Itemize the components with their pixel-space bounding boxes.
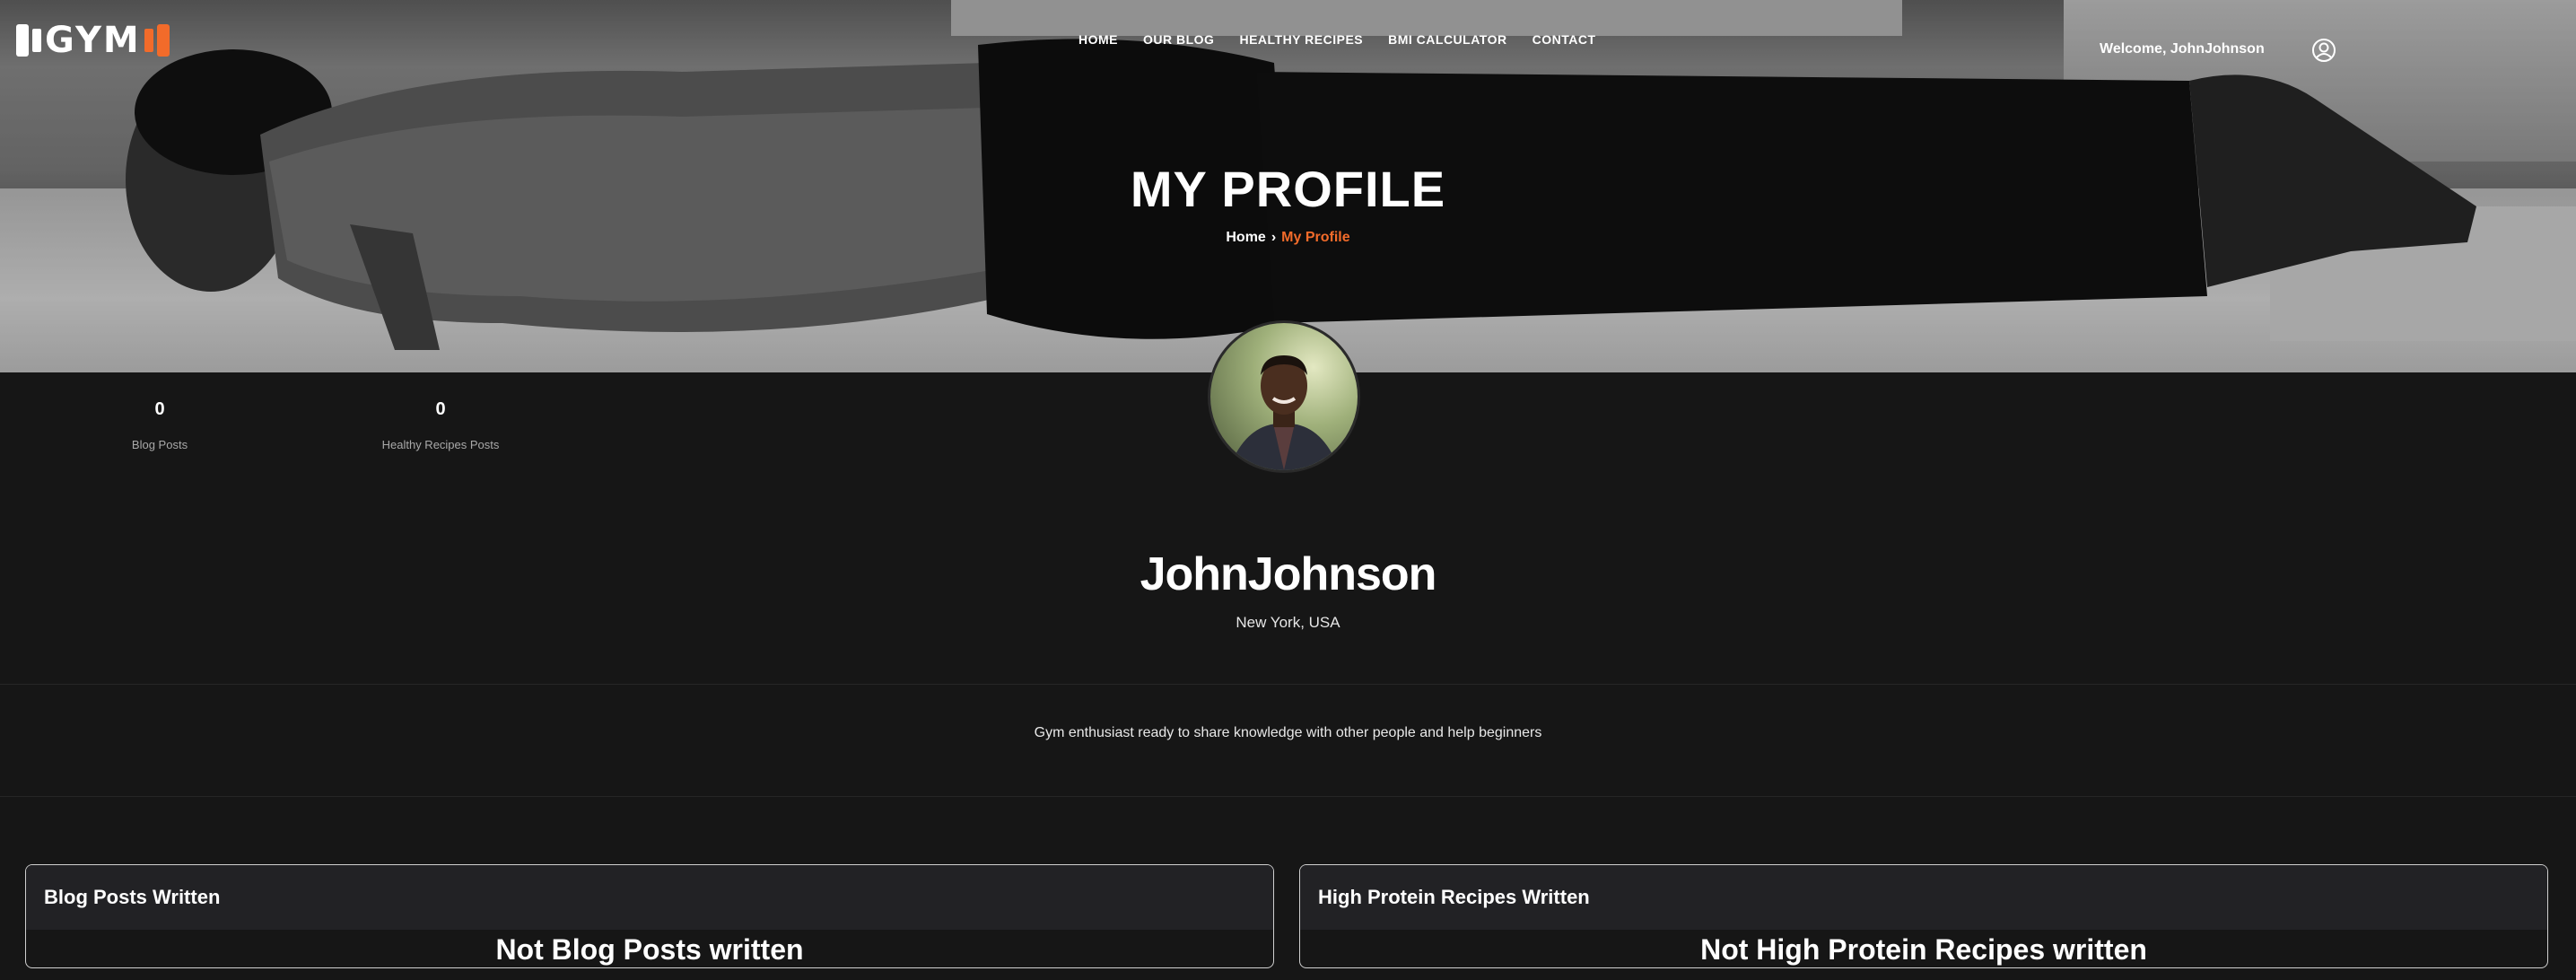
stat-value: 0 [154, 399, 165, 419]
dumbbell-plate-icon [144, 29, 153, 52]
profile-bio: Gym enthusiast ready to share knowledge … [1034, 725, 1542, 740]
breadcrumb-current: My Profile [1281, 230, 1350, 245]
divider [0, 796, 2576, 797]
dumbbell-plate-icon [156, 24, 170, 57]
breadcrumb: Home › My Profile [0, 230, 2576, 246]
breadcrumb-separator: › [1271, 230, 1277, 245]
stat-value: 0 [435, 399, 446, 419]
dumbbell-plate-icon [16, 24, 29, 57]
avatar [1208, 320, 1360, 473]
logo-text: GYM [45, 20, 141, 61]
dumbbell-plate-icon [32, 29, 41, 52]
profile-photo [1228, 355, 1340, 470]
blog-posts-card: Blog Posts Written Not Blog Posts writte… [25, 864, 1274, 968]
site-logo[interactable]: GYM [16, 20, 170, 61]
nav-healthy-recipes[interactable]: HEALTHY RECIPES [1239, 32, 1363, 47]
welcome-text: Welcome, JohnJohnson [2100, 41, 2265, 57]
main-nav: HOME OUR BLOG HEALTHY RECIPES BMI CALCUL… [1078, 32, 1596, 47]
empty-state: Not High Protein Recipes written [1700, 933, 2147, 966]
nav-our-blog[interactable]: OUR BLOG [1143, 32, 1214, 47]
page-title: MY PROFILE [1130, 161, 1446, 217]
breadcrumb-home[interactable]: Home [1226, 230, 1265, 245]
card-title: High Protein Recipes Written [1300, 865, 2547, 930]
profile-location: New York, USA [1236, 614, 1340, 631]
nav-contact[interactable]: CONTACT [1533, 32, 1596, 47]
divider [0, 684, 2576, 685]
empty-state: Not Blog Posts written [495, 933, 804, 966]
recipes-card: High Protein Recipes Written Not High Pr… [1299, 864, 2548, 968]
stat-blog-posts: 0 Blog Posts [61, 399, 258, 451]
stat-label: Healthy Recipes Posts [381, 438, 500, 451]
user-circle-icon[interactable] [2311, 38, 2336, 63]
nav-home[interactable]: HOME [1078, 32, 1118, 47]
nav-bmi-calculator[interactable]: BMI CALCULATOR [1388, 32, 1506, 47]
stat-label: Blog Posts [131, 438, 188, 451]
stat-recipes-posts: 0 Healthy Recipes Posts [342, 399, 539, 451]
card-title: Blog Posts Written [26, 865, 1273, 930]
profile-name: JohnJohnson [1140, 548, 1437, 600]
